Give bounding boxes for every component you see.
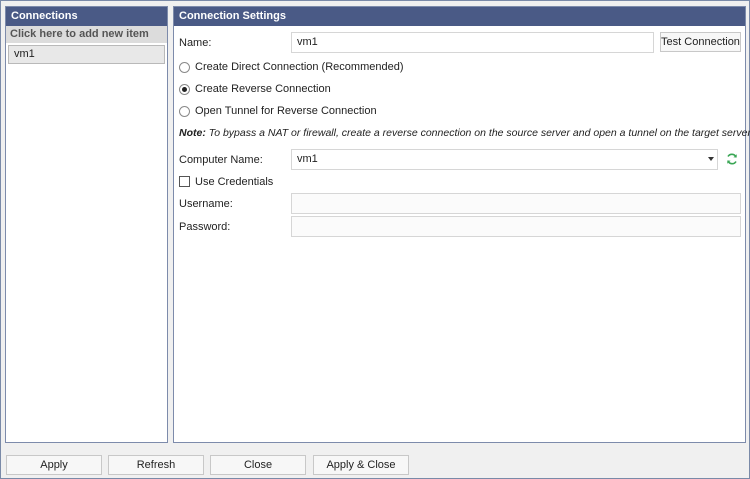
note-text: Note: To bypass a NAT or firewall, creat… <box>179 127 750 139</box>
add-new-item-row[interactable]: Click here to add new item <box>6 26 167 43</box>
name-label: Name: <box>179 37 212 49</box>
radio-reverse-connection-label[interactable]: Create Reverse Connection <box>195 82 331 96</box>
computer-name-label: Computer Name: <box>179 154 263 166</box>
name-input[interactable]: vm1 <box>291 32 654 53</box>
connection-settings-header: Connection Settings <box>174 7 745 26</box>
username-label: Username: <box>179 198 233 210</box>
test-connection-button[interactable]: Test Connection <box>660 32 741 52</box>
radio-open-tunnel-label[interactable]: Open Tunnel for Reverse Connection <box>195 104 377 118</box>
close-button[interactable]: Close <box>210 455 306 475</box>
radio-direct-connection-label[interactable]: Create Direct Connection (Recommended) <box>195 60 403 74</box>
note-body: To bypass a NAT or firewall, create a re… <box>205 127 750 139</box>
note-prefix: Note: <box>179 127 206 139</box>
password-input[interactable] <box>291 216 741 237</box>
apply-close-button[interactable]: Apply & Close <box>313 455 409 475</box>
refresh-button[interactable]: Refresh <box>108 455 204 475</box>
window: Connections Click here to add new item v… <box>0 0 750 479</box>
connection-settings-panel: Connection Settings Name: vm1 Test Conne… <box>173 6 750 443</box>
refresh-icon[interactable] <box>725 152 739 166</box>
username-input[interactable] <box>291 193 741 214</box>
connections-panel: Connections Click here to add new item v… <box>5 6 168 443</box>
list-item[interactable]: vm1 <box>8 45 165 64</box>
radio-direct-connection[interactable] <box>179 62 190 73</box>
use-credentials-label[interactable]: Use Credentials <box>195 175 273 189</box>
password-label: Password: <box>179 221 231 233</box>
computer-name-select[interactable]: vm1 <box>291 149 718 170</box>
radio-reverse-connection[interactable] <box>179 84 190 95</box>
use-credentials-checkbox[interactable] <box>179 176 190 187</box>
chevron-down-icon[interactable] <box>708 157 714 161</box>
connections-header: Connections <box>6 7 167 26</box>
apply-button[interactable]: Apply <box>6 455 102 475</box>
radio-open-tunnel[interactable] <box>179 106 190 117</box>
